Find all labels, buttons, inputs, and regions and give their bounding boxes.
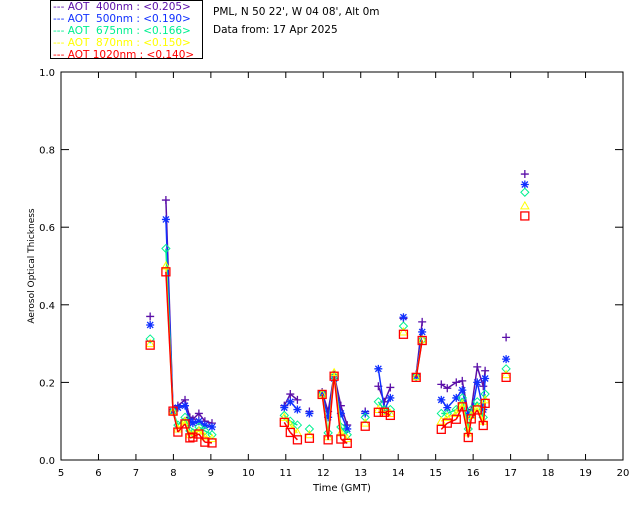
series-1 <box>146 180 529 433</box>
date-info: Data from: 17 Apr 2025 <box>213 24 338 36</box>
data-point-asterisk <box>374 364 383 373</box>
data-point-plus <box>458 376 467 385</box>
x-tick-label: 18 <box>542 468 555 479</box>
data-point-asterisk <box>473 378 482 387</box>
data-point-plus <box>479 382 488 391</box>
data-point-plus <box>418 317 427 326</box>
legend-entry: --- AOT 675nm : <0.166> <box>53 25 191 37</box>
data-point-asterisk <box>194 417 203 426</box>
data-point-plus <box>443 384 452 393</box>
y-tick-label: 0.6 <box>39 223 55 234</box>
data-point-plus <box>502 333 511 342</box>
data-point-plus <box>161 196 170 205</box>
data-point-asterisk <box>502 355 511 364</box>
data-point-plus <box>452 378 461 387</box>
legend-entry: --- AOT 870nm : <0.150> <box>53 37 191 49</box>
data-point-asterisk <box>520 180 529 189</box>
data-point-asterisk <box>386 393 395 402</box>
x-tick-label: 6 <box>95 468 101 479</box>
data-point-asterisk <box>305 409 314 418</box>
data-point-asterisk <box>293 405 302 414</box>
series-line-segment <box>289 393 298 401</box>
data-point-asterisk <box>181 401 190 410</box>
data-point-plus <box>481 366 490 375</box>
x-tick-label: 12 <box>317 468 330 479</box>
data-point-square <box>520 211 530 221</box>
data-point-plus <box>146 312 155 321</box>
data-point-triangle <box>519 200 530 210</box>
series-line-segment <box>189 436 194 439</box>
x-tick-label: 17 <box>504 468 517 479</box>
y-tick-label: 0.4 <box>39 301 55 312</box>
legend-entry: --- AOT 500nm : <0.190> <box>53 13 191 25</box>
x-tick-label: 8 <box>170 468 176 479</box>
legend-entry: --- AOT 1020nm : <0.140> <box>53 49 195 61</box>
aot-chart: 5 6 7 8 9 10 11 12 13 14 15 16 17 18 19 20 0.0 0.2 0.4 0.6 0… <box>27 68 630 494</box>
data-point-asterisk <box>161 215 170 224</box>
x-axis-label: Time (GMT) <box>312 483 371 494</box>
data-point-plus <box>473 362 482 371</box>
data-point-plus <box>437 380 446 389</box>
site-info: PML, N 50 22', W 04 08', Alt 0m <box>213 6 380 18</box>
legend: --- AOT 400nm : <0.205> --- AOT 500nm : <… <box>50 0 203 61</box>
data-point-asterisk <box>452 393 461 402</box>
data-point-plus <box>520 170 529 179</box>
y-axis-label: Aerosol Optical Thickness <box>27 208 37 324</box>
x-tick-label: 7 <box>133 468 139 479</box>
data-point-square <box>398 329 409 339</box>
x-tick-label: 10 <box>242 468 255 479</box>
data-point-asterisk <box>443 403 452 412</box>
x-tick-label: 13 <box>354 468 367 479</box>
data-point-asterisk <box>280 403 289 412</box>
legend-entry: --- AOT 400nm : <0.205> <box>53 1 191 13</box>
x-tick-label: 11 <box>279 468 292 479</box>
data-point-diamond <box>520 187 530 197</box>
data-point-asterisk <box>437 395 446 404</box>
x-tick-label: 14 <box>392 468 405 479</box>
data-point-asterisk <box>481 374 490 383</box>
data-point-asterisk <box>458 386 467 395</box>
y-tick-label: 0.0 <box>39 456 55 467</box>
data-point-asterisk <box>207 423 216 432</box>
x-tick-label: 9 <box>208 468 214 479</box>
data-point-asterisk <box>146 320 155 329</box>
y-tick-label: 0.8 <box>39 146 55 157</box>
data-point-plus <box>386 383 395 392</box>
x-tick-label: 5 <box>58 468 64 479</box>
data-point-triangle <box>398 326 409 336</box>
x-tick-label: 19 <box>579 468 592 479</box>
x-tick-label: 16 <box>467 468 480 479</box>
series-line-segment <box>446 381 457 389</box>
data-point-asterisk <box>399 313 408 322</box>
data-point-asterisk <box>286 397 295 406</box>
x-tick-label: 20 <box>617 468 630 479</box>
y-tick-label: 1.0 <box>39 68 55 79</box>
plot-frame <box>60 71 624 461</box>
series-0 <box>146 170 529 430</box>
data-point-triangle <box>501 369 511 379</box>
y-tick-label: 0.2 <box>39 378 55 389</box>
x-tick-label: 15 <box>429 468 442 479</box>
